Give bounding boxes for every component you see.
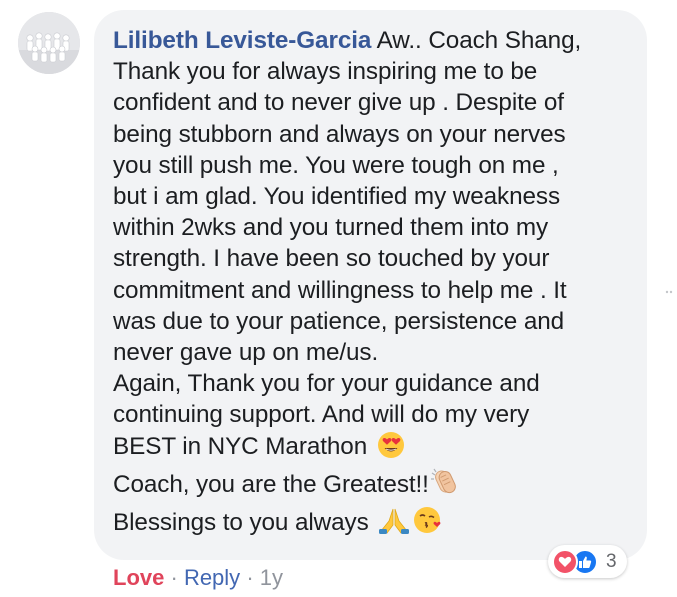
comment-line: Lilibeth Leviste-Garcia Aw.. Coach Shang… [113,25,629,56]
comment-line: BEST in NYC Marathon [113,431,629,467]
comment-text-line: Thank you for always inspiring me to be [113,58,538,86]
separator-dot: · [170,565,178,590]
comment-timestamp[interactable]: 1y [260,565,283,590]
avatar[interactable] [18,12,80,74]
comment-text-line: continuing support. And will do my very [113,401,530,429]
separator-dot: · [246,565,254,590]
comment-line: Coach, you are the Greatest!! [113,467,629,505]
comment-text-line: you still push me. You were tough on me … [113,151,559,179]
comment-text-line: Coach, you are the Greatest!! [113,470,429,498]
comment-bubble: Lilibeth Leviste-Garcia Aw.. Coach Shang… [94,10,647,560]
comment-text-line: within 2wks and you turned them into my [113,214,549,242]
comment-text-line: BEST in NYC Marathon [113,432,368,460]
comment-actions: Love · Reply · 1y [113,563,283,593]
comment-body: Lilibeth Leviste-Garcia Aw.. Coach Shang… [113,25,629,543]
comment-text-line: was due to your patience, persistence an… [113,307,565,335]
reaction-count: 3 [606,550,617,572]
comment-line: Blessings to you always [113,505,629,543]
face-blowing-kiss-icon [413,505,443,543]
comment-text-line: Again, Thank you for your guidance and [113,370,540,398]
comment-text-line: Blessings to you always [113,509,369,537]
heart-eyes-face-icon [377,431,405,467]
comment-text-line: commitment and willingness to help me . … [113,276,567,304]
comment-text-line: but i am glad. You identified my weaknes… [113,183,561,211]
love-reaction-button[interactable]: Love [113,565,164,590]
clapping-hands-icon [429,467,461,505]
avatar-image [18,12,80,74]
reply-button[interactable]: Reply [184,565,240,590]
comment-text-line: confident and to never give up . Despite… [113,89,564,117]
love-reaction-icon [552,548,578,575]
author-name-link[interactable]: Lilibeth Leviste-Garcia [113,27,371,54]
comment-text-line: strength. I have been so touched by your [113,245,550,273]
comment-text-line: never gave up on me/us. [113,339,379,367]
comment-text-line: being stubborn and always on your nerves [113,120,566,148]
comment-text-line: Aw.. Coach Shang, [371,27,582,54]
folded-hands-icon [378,507,410,543]
reactions-summary[interactable]: 3 [548,545,627,578]
more-options-icon[interactable] [665,282,673,294]
